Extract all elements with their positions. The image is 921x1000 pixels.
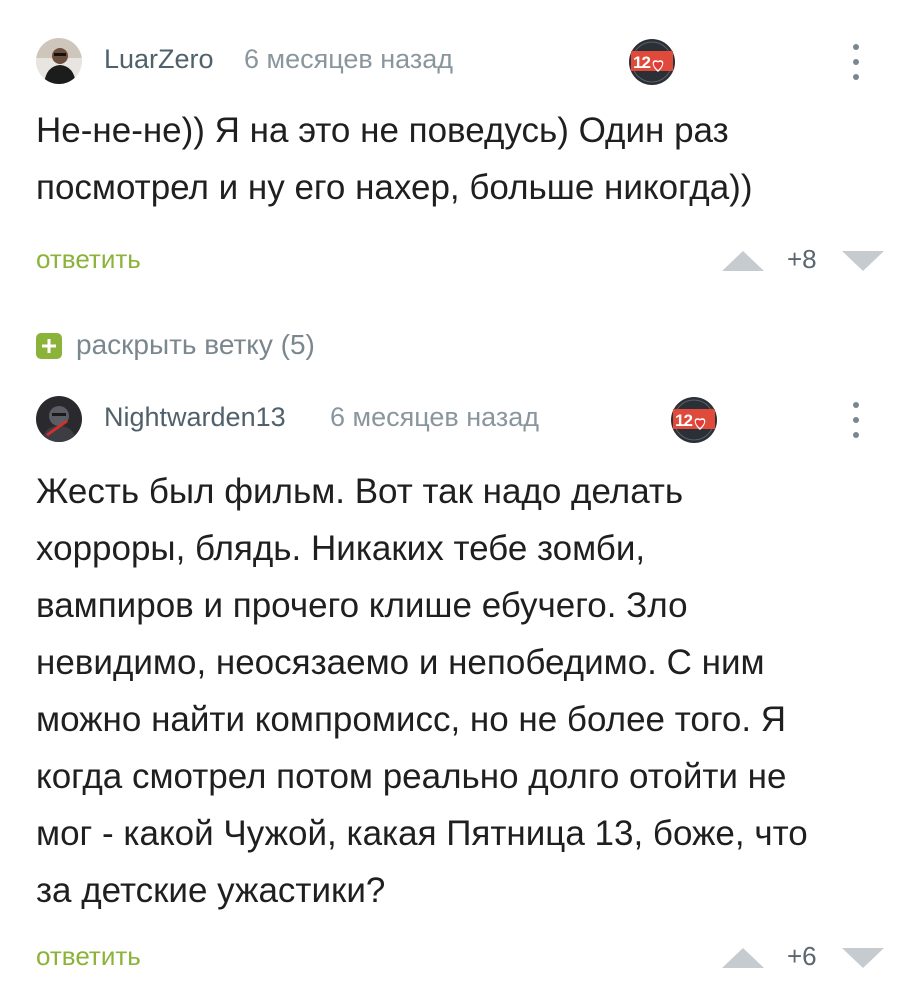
comment-text-line: вампиров и прочего клише ебучего. Зло: [36, 586, 688, 625]
username[interactable]: Nightwarden13: [104, 402, 286, 433]
comment-text-line: Не-не-не)) Я на это не поведусь) Один ра…: [36, 111, 729, 150]
more-menu-icon[interactable]: [849, 42, 863, 82]
more-menu-icon[interactable]: [849, 400, 863, 440]
comment-time: 6 месяцев назад: [244, 44, 454, 74]
upvote-icon[interactable]: [722, 948, 764, 973]
comment-text-line: невидимо, неосязаемо и непобедимо. С ним: [36, 643, 765, 682]
reply-button[interactable]: ответить: [36, 941, 141, 972]
comment-text: Не-не-не)) Я на это не поведусь) Один ра…: [36, 102, 753, 216]
comment-text-line: можно найти компромисс, но не более того…: [36, 700, 787, 739]
comment-text-line: за детские ужастики?: [36, 871, 386, 910]
award-1280-heart-icon[interactable]: 12: [628, 38, 676, 86]
downvote-icon[interactable]: [842, 251, 884, 276]
plus-square-icon: [36, 333, 62, 359]
rating-count: +8: [787, 244, 817, 274]
avatar[interactable]: [36, 396, 82, 442]
comment-text-line: когда смотрел потом реально долго отойти…: [36, 757, 787, 796]
avatar[interactable]: [36, 38, 82, 84]
rating-count: +6: [787, 941, 817, 971]
upvote-icon[interactable]: [722, 251, 764, 276]
comment-text-line: Жесть был фильм. Вот так надо делать: [36, 472, 684, 511]
username[interactable]: LuarZero: [104, 44, 214, 75]
comment-text-line: посмотрел и ну его нахер, больше никогда…: [36, 168, 753, 207]
award-1280-heart-icon[interactable]: 12: [670, 396, 718, 444]
comment-text-line: мог - какой Чужой, какая Пятница 13, бож…: [36, 814, 808, 853]
downvote-icon[interactable]: [842, 948, 884, 973]
svg-text:12: 12: [675, 411, 692, 430]
svg-text:12: 12: [633, 53, 650, 72]
reply-button[interactable]: ответить: [36, 244, 141, 275]
expand-thread-label[interactable]: раскрыть ветку (5): [76, 329, 315, 361]
comment-text: Жесть был фильм. Вот так надо делать хор…: [36, 463, 808, 919]
comment-text-line: хорроры, блядь. Никаких тебе зомби,: [36, 529, 646, 568]
comment-time: 6 месяцев назад: [330, 402, 540, 432]
